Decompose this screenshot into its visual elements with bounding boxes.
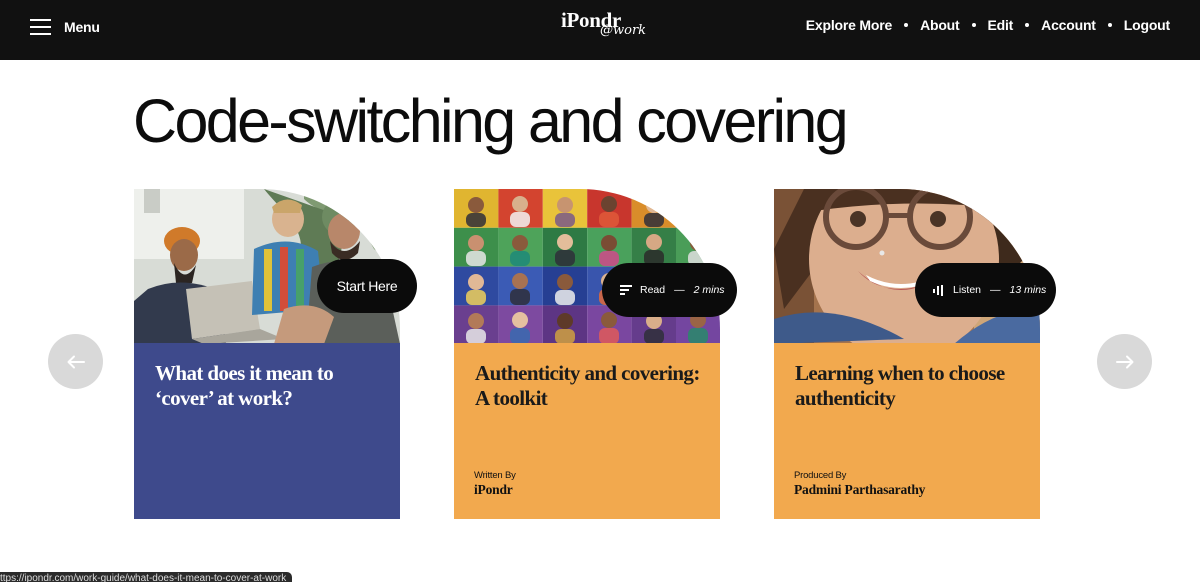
nav-explore-more-link[interactable]: Explore More [806, 17, 892, 33]
credit-label: Produced By [794, 470, 847, 481]
nav-separator-dot [971, 23, 976, 27]
card-title: Learning when to choose authenticity [795, 361, 1005, 410]
guide-card-cover-at-work[interactable]: What does it mean to ‘cover’ at work? [134, 189, 400, 519]
arrow-right-icon [1115, 355, 1133, 368]
status-bar-url: ttps://ipondr.com/work-guide/what-does-i… [0, 572, 293, 582]
nav-about-link[interactable]: About [920, 17, 960, 33]
top-nav-links: Explore More About Edit Account Logout [806, 17, 1170, 33]
ipondr-logo[interactable]: iPondr @work [559, 8, 647, 48]
card-panel: What does it mean to ‘cover’ at work? [134, 343, 400, 519]
nav-separator-dot [1025, 23, 1030, 27]
start-here-button[interactable]: Start Here [317, 259, 417, 313]
card-panel: Authenticity and covering: A toolkit Wri… [454, 343, 720, 519]
top-navigation-bar: Menu iPondr @work Explore More About Edi… [0, 0, 1200, 60]
text-lines-icon [620, 285, 632, 295]
logo-at-work: @work [600, 23, 647, 38]
media-type-label: Read [640, 284, 666, 296]
separator-dash: — [674, 284, 685, 296]
listen-duration-button[interactable]: Listen — 13 mins [915, 263, 1056, 317]
credit-label: Written By [474, 470, 516, 481]
nav-separator-dot [1107, 23, 1112, 27]
arrow-left-icon [67, 355, 85, 368]
nav-account-link[interactable]: Account [1041, 17, 1096, 33]
media-type-label: Listen [953, 284, 982, 296]
card-title: Authenticity and covering: A toolkit [475, 361, 700, 410]
credit-name: Padmini Parthasarathy [794, 482, 926, 497]
card-title: What does it mean to ‘cover’ at work? [155, 361, 334, 410]
nav-separator-dot [904, 23, 909, 27]
audio-bars-icon [933, 284, 943, 296]
read-duration-button[interactable]: Read — 2 mins [602, 263, 737, 317]
nav-edit-link[interactable]: Edit [988, 17, 1014, 33]
guide-card-learning-authenticity[interactable]: Learning when to choose authenticity Pro… [774, 189, 1040, 519]
page-title: Code-switching and covering [133, 87, 849, 155]
credit-name: iPondr [474, 482, 513, 497]
carousel-next-button[interactable] [1097, 334, 1152, 389]
nav-logout-link[interactable]: Logout [1124, 17, 1170, 33]
duration-label: 13 mins [1009, 284, 1047, 296]
menu-button[interactable]: Menu [30, 16, 100, 38]
carousel-previous-button[interactable] [48, 334, 103, 389]
separator-dash: — [990, 284, 1001, 296]
duration-label: 2 mins [693, 284, 725, 296]
menu-label: Menu [64, 19, 100, 35]
card-panel: Learning when to choose authenticity Pro… [774, 343, 1040, 519]
guide-card-authenticity-toolkit[interactable]: Authenticity and covering: A toolkit Wri… [454, 189, 720, 519]
hamburger-icon [30, 19, 51, 35]
